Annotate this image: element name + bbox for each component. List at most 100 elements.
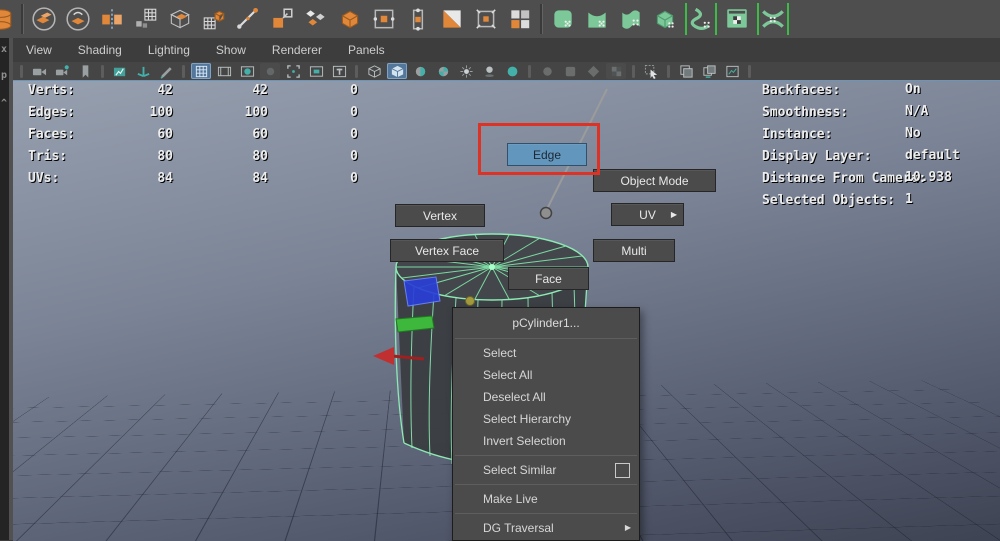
hud-poly-count: Verts:42420 Edges:1001000 Faces:60600 Tr… bbox=[28, 80, 358, 189]
menu-item-select[interactable]: Select bbox=[453, 342, 639, 364]
selected-face bbox=[404, 277, 440, 306]
shelf-subdiv-cube-icon[interactable] bbox=[336, 5, 364, 33]
toolbar-divider bbox=[748, 65, 751, 78]
shadows-icon[interactable] bbox=[479, 63, 499, 79]
context-menu: pCylinder1... Select Select All Deselect… bbox=[452, 307, 640, 541]
hud-row: Tris:80800 bbox=[28, 145, 358, 167]
hud-row: Edges:1001000 bbox=[28, 101, 358, 123]
shelf-poly-cylinder-icon[interactable] bbox=[0, 5, 15, 33]
uv-pin-dot bbox=[466, 297, 475, 306]
toolbar-divider bbox=[182, 65, 185, 78]
strip-glyph: ^ bbox=[1, 98, 7, 109]
menu-shading[interactable]: Shading bbox=[65, 43, 135, 57]
left-panel-edge: x p ^ bbox=[0, 38, 13, 540]
menu-item-deselect-all[interactable]: Deselect All bbox=[453, 386, 639, 408]
shelf-append-polygon-icon[interactable] bbox=[200, 5, 228, 33]
shelf-target-weld-icon[interactable] bbox=[472, 5, 500, 33]
hud-row: Display Layer:default bbox=[762, 145, 1000, 167]
hud-row: Backfaces:On bbox=[762, 80, 1000, 101]
shelf-fill-hole-icon[interactable] bbox=[132, 5, 160, 33]
hud-row: UVs:84840 bbox=[28, 167, 358, 189]
perspective-viewport[interactable]: Verts:42420 Edges:1001000 Faces:60600 Tr… bbox=[13, 80, 1000, 541]
hud-row: Distance From Camera:10.938 bbox=[762, 167, 1000, 189]
shelf-stamp-brush-icon[interactable] bbox=[723, 5, 751, 33]
multisample-icon[interactable] bbox=[560, 63, 580, 79]
lights-icon[interactable] bbox=[456, 63, 476, 79]
menu-item-invert-selection[interactable]: Invert Selection bbox=[453, 430, 639, 452]
shelf-sculpt-brush-icon[interactable] bbox=[549, 5, 577, 33]
strip-glyph: p bbox=[1, 70, 7, 81]
camera-attributes-icon[interactable] bbox=[52, 63, 72, 79]
shelf-booleans-icon[interactable] bbox=[506, 5, 534, 33]
film-gate-icon[interactable] bbox=[214, 63, 234, 79]
menu-panels[interactable]: Panels bbox=[335, 43, 398, 57]
hud-row: Verts:42420 bbox=[28, 80, 358, 101]
shelf-smooth-brush-icon[interactable] bbox=[583, 5, 611, 33]
field-chart-icon[interactable] bbox=[283, 63, 303, 79]
marking-menu-vertex-face[interactable]: Vertex Face bbox=[390, 239, 504, 262]
axis-icon[interactable] bbox=[133, 63, 153, 79]
strip-glyph: x bbox=[1, 44, 7, 55]
image-plane-icon[interactable] bbox=[110, 63, 130, 79]
wireframe-icon[interactable] bbox=[364, 63, 384, 79]
screen-space-ao-icon[interactable] bbox=[502, 63, 522, 79]
marking-menu-face[interactable]: Face bbox=[508, 267, 589, 290]
single-pane-icon[interactable] bbox=[722, 63, 742, 79]
grid-toggle-icon[interactable] bbox=[191, 63, 211, 79]
marking-menu-object-mode[interactable]: Object Mode bbox=[593, 169, 716, 192]
shelf-sculpt-cube-icon[interactable] bbox=[651, 5, 679, 33]
menu-separator bbox=[455, 513, 637, 514]
shelf-poly-modeling bbox=[0, 0, 1000, 39]
shelf-extrude-icon[interactable] bbox=[268, 5, 296, 33]
menu-show[interactable]: Show bbox=[203, 43, 259, 57]
menu-item-select-hierarchy[interactable]: Select Hierarchy bbox=[453, 408, 639, 430]
bookmark-icon[interactable] bbox=[75, 63, 95, 79]
shelf-mirror-geometry-icon[interactable] bbox=[98, 5, 126, 33]
menu-item-select-all[interactable]: Select All bbox=[453, 364, 639, 386]
safe-action-icon[interactable] bbox=[306, 63, 326, 79]
marking-menu-vertex[interactable]: Vertex bbox=[395, 204, 485, 227]
menu-item-select-similar[interactable]: Select Similar bbox=[453, 459, 639, 481]
shelf-multi-cut-icon[interactable] bbox=[234, 5, 262, 33]
shelf-grab-brush-icon[interactable] bbox=[617, 5, 645, 33]
safe-title-icon[interactable] bbox=[329, 63, 349, 79]
menu-renderer[interactable]: Renderer bbox=[259, 43, 335, 57]
toolbar-divider bbox=[355, 65, 358, 78]
shelf-divider bbox=[21, 4, 24, 34]
shelf-pinch-brush-icon[interactable] bbox=[757, 3, 789, 35]
shelf-separate-icon[interactable] bbox=[64, 5, 92, 33]
pane-editor-icon[interactable] bbox=[699, 63, 719, 79]
viewport-toolbar bbox=[13, 62, 1000, 81]
shelf-insert-edge-loop-icon[interactable] bbox=[404, 5, 432, 33]
toolbar-divider bbox=[101, 65, 104, 78]
use-default-material-icon[interactable] bbox=[410, 63, 430, 79]
select-similar-option-box[interactable] bbox=[615, 463, 630, 478]
shelf-combine-icon[interactable] bbox=[30, 5, 58, 33]
menu-view[interactable]: View bbox=[13, 43, 65, 57]
hud-row: Selected Objects:1 bbox=[762, 189, 1000, 211]
hud-object-details: Backfaces:On Smoothness:N/A Instance:No … bbox=[762, 80, 1000, 211]
shelf-quad-draw-icon[interactable] bbox=[438, 5, 466, 33]
camera-icon[interactable] bbox=[29, 63, 49, 79]
shelf-cube-face-icon[interactable] bbox=[166, 5, 194, 33]
maya-window: { "shelf": { "icon_names": ["poly-cylind… bbox=[0, 0, 1000, 540]
pencil-context-icon[interactable] bbox=[156, 63, 176, 79]
isolate-select-icon[interactable] bbox=[606, 63, 626, 79]
shelf-smooth-icon[interactable] bbox=[302, 5, 330, 33]
shelf-center-pivot-icon[interactable] bbox=[370, 5, 398, 33]
motion-blur-icon[interactable] bbox=[537, 63, 557, 79]
menu-item-make-live[interactable]: Make Live bbox=[453, 488, 639, 510]
marking-menu-multi[interactable]: Multi bbox=[593, 239, 675, 262]
textured-icon[interactable] bbox=[433, 63, 453, 79]
shelf-wave-brush-icon[interactable] bbox=[685, 3, 717, 35]
smooth-shade-icon[interactable] bbox=[387, 63, 407, 79]
object-selection-icon[interactable] bbox=[641, 63, 661, 79]
hud-row: Instance:No bbox=[762, 123, 1000, 145]
gate-mask-icon[interactable] bbox=[260, 63, 280, 79]
menu-item-dg-traversal[interactable]: DG Traversal▶ bbox=[453, 517, 639, 539]
depth-of-field-icon[interactable] bbox=[583, 63, 603, 79]
marking-menu-uv[interactable]: UV▶ bbox=[611, 203, 684, 226]
pane-layout-icon[interactable] bbox=[676, 63, 696, 79]
resolution-gate-icon[interactable] bbox=[237, 63, 257, 79]
menu-lighting[interactable]: Lighting bbox=[135, 43, 203, 57]
